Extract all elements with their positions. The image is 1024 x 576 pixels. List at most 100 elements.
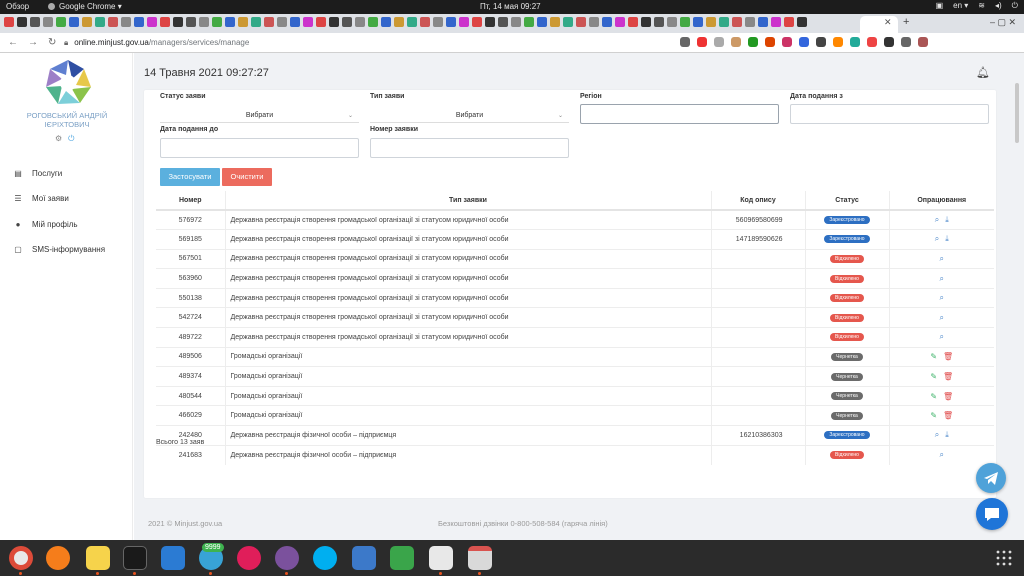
- tab-favicon-icon[interactable]: [459, 17, 469, 27]
- tab-favicon-icon[interactable]: [628, 17, 638, 27]
- tab-favicon-icon[interactable]: [108, 17, 118, 27]
- overview-button[interactable]: Обзор: [6, 2, 29, 11]
- tab-favicon-icon[interactable]: [771, 17, 781, 27]
- extension-icon[interactable]: [918, 37, 928, 47]
- tab-favicon-icon[interactable]: [407, 17, 417, 27]
- window-controls[interactable]: – ▢ ✕: [990, 17, 1016, 28]
- table-row[interactable]: 466029 Громадські організації Чернетка ✎ 🗑︎: [156, 405, 994, 426]
- table-row[interactable]: 242480 Державна реєстрація фізичної особи…: [156, 425, 994, 446]
- status-select[interactable]: Вибрати ⌄: [160, 109, 359, 123]
- table-row[interactable]: 489506 Громадські організації Чернетка ✎ 🗑︎: [156, 346, 994, 367]
- tab-favicon-icon[interactable]: [797, 17, 807, 27]
- tab-favicon-icon[interactable]: [95, 17, 105, 27]
- view-search-icon[interactable]: ⌕: [940, 274, 944, 284]
- extension-icon[interactable]: [833, 37, 843, 47]
- view-search-icon[interactable]: ⌕: [935, 234, 939, 244]
- tab-favicon-icon[interactable]: [199, 17, 209, 27]
- app-menu[interactable]: Google Chrome ▾: [48, 2, 122, 11]
- tab-favicon-icon[interactable]: [238, 17, 248, 27]
- date-from-input[interactable]: [790, 104, 989, 124]
- system-tray[interactable]: ▣ en ▾ ≋ ◂) ⏻: [936, 1, 1018, 11]
- tab-favicon-icon[interactable]: [251, 17, 261, 27]
- sidebar-item-services[interactable]: ▤ Послуги: [14, 169, 62, 178]
- column-header-type[interactable]: Тип заявки: [224, 191, 711, 211]
- sidebar-item-my-profile[interactable]: ● Мій профіль: [14, 220, 78, 229]
- tab-favicon-icon[interactable]: [43, 17, 53, 27]
- calc-icon[interactable]: [390, 546, 414, 570]
- tab-favicon-icon[interactable]: [134, 17, 144, 27]
- tab-favicon-icon[interactable]: [329, 17, 339, 27]
- terminal-icon[interactable]: [123, 546, 147, 570]
- table-row[interactable]: 567501 Державна реєстрація створення гром…: [156, 248, 994, 269]
- notifications-bell-icon[interactable]: 🔔︎: [976, 66, 990, 79]
- active-tab[interactable]: [860, 16, 898, 33]
- date-to-input[interactable]: [160, 138, 359, 158]
- tab-favicon-icon[interactable]: [368, 17, 378, 27]
- column-header-number[interactable]: Номер: [156, 191, 225, 211]
- tab-favicon-icon[interactable]: [563, 17, 573, 27]
- tab-favicon-icon[interactable]: [121, 17, 131, 27]
- tab-favicon-icon[interactable]: [56, 17, 66, 27]
- view-search-icon[interactable]: ⌕: [940, 254, 944, 264]
- tab-favicon-icon[interactable]: [654, 17, 664, 27]
- chrome-taskbar-icon[interactable]: [9, 546, 33, 570]
- column-header-code[interactable]: Код опису: [710, 191, 805, 211]
- extension-icon[interactable]: [799, 37, 809, 47]
- settings-gear-icon[interactable]: ⚙: [55, 134, 62, 144]
- tab-favicon-icon[interactable]: [472, 17, 482, 27]
- extension-icons[interactable]: [680, 37, 928, 47]
- tab-favicon-icon[interactable]: [290, 17, 300, 27]
- tab-favicon-icon[interactable]: [537, 17, 547, 27]
- tab-favicon-icon[interactable]: [82, 17, 92, 27]
- extension-icon[interactable]: [697, 37, 707, 47]
- view-search-icon[interactable]: ⌕: [940, 313, 944, 323]
- view-search-icon[interactable]: ⌕: [935, 430, 939, 440]
- table-row[interactable]: 569185 Державна реєстрація створення гром…: [156, 229, 994, 250]
- delete-trash-icon[interactable]: 🗑︎: [943, 411, 953, 420]
- tab-favicon-icon[interactable]: [498, 17, 508, 27]
- sidebar-item-sms[interactable]: ▢ SMS-інформування: [14, 245, 105, 254]
- tab-favicon-icon[interactable]: [446, 17, 456, 27]
- table-row[interactable]: 480544 Громадські організації Чернетка ✎ 🗑︎: [156, 385, 994, 406]
- sidebar-item-my-applications[interactable]: ☰ Мої заяви: [14, 194, 68, 203]
- download-icon[interactable]: ⤓: [945, 234, 949, 244]
- tab-favicon-icon[interactable]: [17, 17, 27, 27]
- tab-favicon-icon[interactable]: [381, 17, 391, 27]
- tab-favicon-icon[interactable]: [316, 17, 326, 27]
- extension-icon[interactable]: [850, 37, 860, 47]
- tab-favicon-icon[interactable]: [706, 17, 716, 27]
- extension-icon[interactable]: [782, 37, 792, 47]
- tab-favicon-icon[interactable]: [719, 17, 729, 27]
- tab-favicon-icon[interactable]: [212, 17, 222, 27]
- back-icon[interactable]: ←: [8, 37, 18, 48]
- extension-icon[interactable]: [867, 37, 877, 47]
- table-row[interactable]: 489374 Громадські організації Чернетка ✎ 🗑︎: [156, 366, 994, 387]
- language-indicator[interactable]: en ▾: [953, 1, 968, 11]
- tab-favicon-icon[interactable]: [667, 17, 677, 27]
- tray-app-icon[interactable]: ▣: [936, 1, 944, 11]
- view-search-icon[interactable]: ⌕: [940, 293, 944, 303]
- tab-favicon-icon[interactable]: [732, 17, 742, 27]
- close-tab-icon[interactable]: ✕: [884, 17, 892, 28]
- download-icon[interactable]: ⤓: [945, 430, 949, 440]
- region-input[interactable]: [580, 104, 779, 124]
- new-tab-button[interactable]: +: [903, 16, 909, 28]
- tab-favicon-icon[interactable]: [277, 17, 287, 27]
- tab-favicon-icon[interactable]: [758, 17, 768, 27]
- view-search-icon[interactable]: ⌕: [940, 332, 944, 342]
- skype-icon[interactable]: [313, 546, 337, 570]
- clear-button[interactable]: Очистити: [222, 168, 272, 186]
- tab-favicon-icon[interactable]: [576, 17, 586, 27]
- tab-favicon-icon[interactable]: [147, 17, 157, 27]
- edit-pencil-icon[interactable]: ✎: [930, 392, 937, 401]
- tab-favicon-icon[interactable]: [641, 17, 651, 27]
- tab-favicon-icon[interactable]: [4, 17, 14, 27]
- clock[interactable]: Пт, 14 мая 09:27: [480, 2, 541, 11]
- tab-favicon-icon[interactable]: [355, 17, 365, 27]
- table-row[interactable]: 489722 Державна реєстрація створення гром…: [156, 327, 994, 348]
- extension-icon[interactable]: [901, 37, 911, 47]
- type-select[interactable]: Вибрати ⌄: [370, 109, 569, 123]
- viber-icon[interactable]: [275, 546, 299, 570]
- table-row[interactable]: 550138 Державна реєстрація створення гром…: [156, 287, 994, 308]
- vscode-icon[interactable]: [161, 546, 185, 570]
